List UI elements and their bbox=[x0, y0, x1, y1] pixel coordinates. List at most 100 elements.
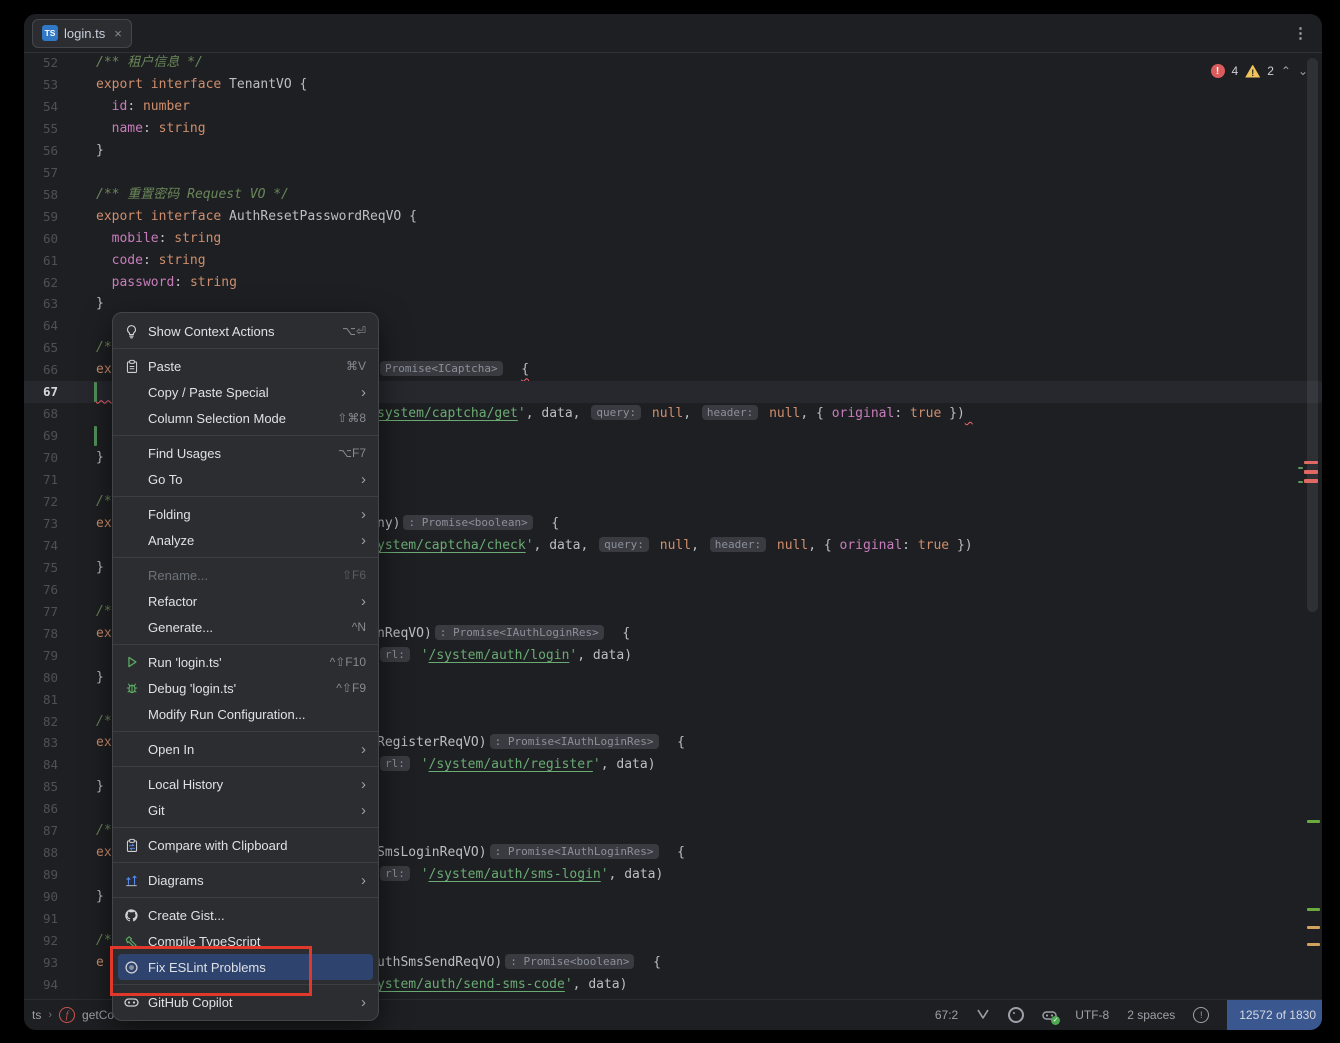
line-number[interactable]: 86 bbox=[24, 798, 58, 820]
menu-item-refactor[interactable]: Refactor› bbox=[113, 588, 378, 614]
menu-item-run-login-ts[interactable]: Run 'login.ts'^⇧F10 bbox=[113, 649, 378, 675]
menu-item-compare-with-clipboard[interactable]: Compare with Clipboard bbox=[113, 832, 378, 858]
menu-item-git[interactable]: Git› bbox=[113, 797, 378, 823]
menu-item-go-to[interactable]: Go To› bbox=[113, 466, 378, 492]
line-number[interactable]: 61 bbox=[24, 250, 58, 272]
line-number[interactable]: 80 bbox=[24, 667, 58, 689]
close-icon[interactable]: × bbox=[114, 26, 122, 41]
stripe-warning-mark[interactable] bbox=[1307, 943, 1320, 946]
chevron-down-icon[interactable] bbox=[976, 1008, 990, 1023]
line-number[interactable]: 79 bbox=[24, 645, 58, 667]
code-line-60[interactable]: 60 mobile: string bbox=[24, 228, 1322, 250]
menu-item-compile-typescript[interactable]: Compile TypeScript bbox=[113, 928, 378, 954]
menu-item-open-in[interactable]: Open In› bbox=[113, 736, 378, 762]
line-number[interactable]: 71 bbox=[24, 469, 58, 491]
line-number[interactable]: 57 bbox=[24, 162, 58, 184]
menu-item-copy-paste-special[interactable]: Copy / Paste Special› bbox=[113, 379, 378, 405]
menu-item-create-gist[interactable]: Create Gist... bbox=[113, 902, 378, 928]
line-number[interactable]: 94 bbox=[24, 974, 58, 996]
line-number[interactable]: 83 bbox=[24, 732, 58, 754]
menu-item-paste[interactable]: Paste⌘V bbox=[113, 353, 378, 379]
code-line-56[interactable]: 56} bbox=[24, 140, 1322, 162]
breadcrumb-file[interactable]: ts bbox=[32, 1008, 41, 1022]
stripe-error-mark[interactable] bbox=[1304, 470, 1318, 474]
line-number[interactable]: 72 bbox=[24, 491, 58, 513]
stripe-ok-mark[interactable] bbox=[1307, 820, 1320, 823]
line-number[interactable]: 63 bbox=[24, 293, 58, 315]
line-number[interactable]: 82 bbox=[24, 711, 58, 733]
copilot-status-icon[interactable]: ✓ bbox=[1042, 1009, 1057, 1022]
code-line-61[interactable]: 61 code: string bbox=[24, 250, 1322, 272]
line-number[interactable]: 69 bbox=[24, 425, 58, 447]
kebab-menu-icon[interactable]: ⋮ bbox=[1293, 24, 1308, 42]
stripe-change-mark[interactable] bbox=[1298, 467, 1303, 469]
line-number[interactable]: 56 bbox=[24, 140, 58, 162]
line-number[interactable]: 67 bbox=[24, 381, 58, 403]
tab-login-ts[interactable]: TS login.ts × bbox=[32, 19, 132, 48]
line-number[interactable]: 75 bbox=[24, 557, 58, 579]
indent-setting[interactable]: 2 spaces bbox=[1127, 1008, 1175, 1022]
line-number[interactable]: 89 bbox=[24, 864, 58, 886]
menu-item-modify-run-configuration[interactable]: Modify Run Configuration... bbox=[113, 701, 378, 727]
line-number[interactable]: 60 bbox=[24, 228, 58, 250]
line-number[interactable]: 74 bbox=[24, 535, 58, 557]
stripe-ok-mark[interactable] bbox=[1307, 908, 1320, 911]
code-line-58[interactable]: 58/** 重置密码 Request VO */ bbox=[24, 184, 1322, 206]
menu-item-local-history[interactable]: Local History› bbox=[113, 771, 378, 797]
stripe-change-mark[interactable] bbox=[1298, 481, 1303, 483]
line-number[interactable]: 54 bbox=[24, 96, 58, 118]
menu-item-analyze[interactable]: Analyze› bbox=[113, 527, 378, 553]
stripe-error-mark[interactable] bbox=[1304, 461, 1318, 464]
caret-position[interactable]: 67:2 bbox=[935, 1008, 958, 1022]
line-number[interactable]: 66 bbox=[24, 359, 58, 381]
memory-indicator[interactable]: 12572 of 1830 bbox=[1227, 1000, 1322, 1030]
line-number[interactable]: 55 bbox=[24, 118, 58, 140]
highlighting-level-icon[interactable] bbox=[1008, 1007, 1024, 1023]
line-number[interactable]: 64 bbox=[24, 315, 58, 337]
line-number[interactable]: 84 bbox=[24, 754, 58, 776]
code-line-53[interactable]: 53export interface TenantVO { bbox=[24, 74, 1322, 96]
menu-item-fix-eslint-problems[interactable]: Fix ESLint Problems bbox=[118, 954, 373, 980]
menu-item-rename[interactable]: Rename...⇧F6 bbox=[113, 562, 378, 588]
menu-item-show-context-actions[interactable]: Show Context Actions⌥⏎ bbox=[113, 318, 378, 344]
code-line-59[interactable]: 59export interface AuthResetPasswordReqV… bbox=[24, 206, 1322, 228]
menu-item-generate[interactable]: Generate...^N bbox=[113, 614, 378, 640]
line-number[interactable]: 88 bbox=[24, 842, 58, 864]
code-line-57[interactable]: 57 bbox=[24, 162, 1322, 184]
line-number[interactable]: 90 bbox=[24, 886, 58, 908]
line-number[interactable]: 59 bbox=[24, 206, 58, 228]
code-line-62[interactable]: 62 password: string bbox=[24, 272, 1322, 294]
breadcrumb-member[interactable]: getCo bbox=[82, 1008, 114, 1022]
stripe-warning-mark[interactable] bbox=[1307, 926, 1320, 929]
scrollbar-thumb[interactable] bbox=[1307, 58, 1318, 612]
line-number[interactable]: 91 bbox=[24, 908, 58, 930]
line-number[interactable]: 58 bbox=[24, 184, 58, 206]
line-number[interactable]: 76 bbox=[24, 579, 58, 601]
line-number[interactable]: 93 bbox=[24, 952, 58, 974]
line-number[interactable]: 87 bbox=[24, 820, 58, 842]
menu-item-column-selection-mode[interactable]: Column Selection Mode⇧⌘8 bbox=[113, 405, 378, 431]
alert-circle-icon[interactable]: ! bbox=[1193, 1007, 1209, 1023]
menu-item-find-usages[interactable]: Find Usages⌥F7 bbox=[113, 440, 378, 466]
line-number[interactable]: 78 bbox=[24, 623, 58, 645]
line-number[interactable]: 68 bbox=[24, 403, 58, 425]
line-number[interactable]: 92 bbox=[24, 930, 58, 952]
line-number[interactable]: 73 bbox=[24, 513, 58, 535]
menu-item-folding[interactable]: Folding› bbox=[113, 501, 378, 527]
line-number[interactable]: 81 bbox=[24, 689, 58, 711]
menu-item-diagrams[interactable]: Diagrams› bbox=[113, 867, 378, 893]
stripe-error-mark[interactable] bbox=[1304, 479, 1318, 483]
code-line-55[interactable]: 55 name: string bbox=[24, 118, 1322, 140]
line-number[interactable]: 77 bbox=[24, 601, 58, 623]
line-number[interactable]: 53 bbox=[24, 74, 58, 96]
line-number[interactable]: 62 bbox=[24, 272, 58, 294]
code-line-52[interactable]: 52/** 租户信息 */ bbox=[24, 53, 1322, 74]
file-encoding[interactable]: UTF-8 bbox=[1075, 1008, 1109, 1022]
line-number[interactable]: 70 bbox=[24, 447, 58, 469]
menu-item-debug-login-ts[interactable]: Debug 'login.ts'^⇧F9 bbox=[113, 675, 378, 701]
line-number[interactable]: 65 bbox=[24, 337, 58, 359]
line-number[interactable]: 52 bbox=[24, 53, 58, 74]
code-line-54[interactable]: 54 id: number bbox=[24, 96, 1322, 118]
line-number[interactable]: 85 bbox=[24, 776, 58, 798]
menu-item-github-copilot[interactable]: GitHub Copilot› bbox=[113, 989, 378, 1015]
